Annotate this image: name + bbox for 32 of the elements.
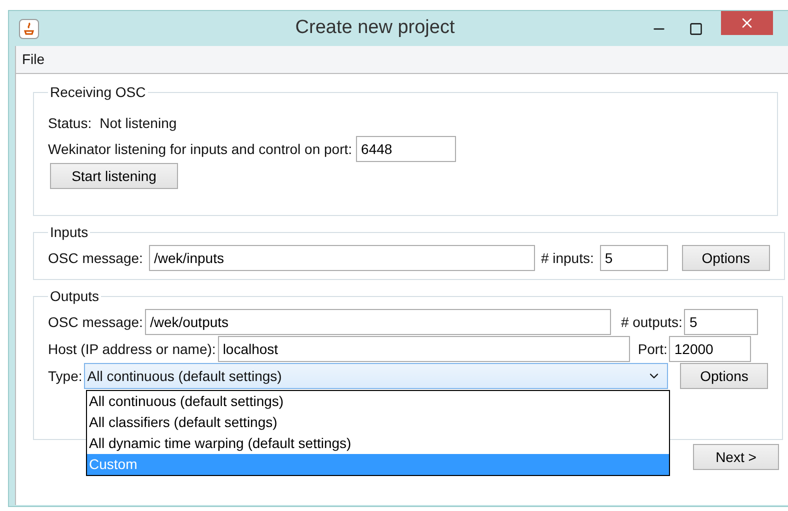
port-label: Port: — [638, 340, 668, 358]
group-title: Receiving OSC — [49, 83, 147, 102]
type-label: Type: — [48, 366, 82, 386]
window-title: Create new project — [294, 16, 456, 40]
port-field[interactable]: 6448 — [356, 136, 456, 162]
group-title: Outputs — [49, 287, 100, 306]
maximize-icon[interactable] — [689, 22, 703, 36]
dropdown-option[interactable]: All dynamic time warping (default settings) — [87, 433, 669, 454]
osc-message-label: OSC message: — [48, 312, 143, 332]
inputs-count-label: # inputs: — [540, 248, 594, 268]
host-field[interactable]: localhost — [218, 336, 630, 362]
dropdown-option[interactable]: All classifiers (default settings) — [87, 412, 669, 433]
start-listening-button[interactable]: Start listening — [50, 163, 178, 189]
options-button[interactable]: Options — [680, 363, 768, 389]
outputs-count-label: # outputs: — [620, 312, 682, 332]
dropdown-option[interactable]: All continuous (default settings) — [87, 391, 669, 412]
next-button[interactable]: Next > — [693, 444, 779, 470]
status-label: Status: — [48, 114, 92, 133]
menu-item[interactable]: File — [16, 49, 51, 70]
inputs-count-field[interactable]: 5 — [600, 245, 668, 271]
port-label: Wekinator listening for inputs and control on port: — [48, 140, 352, 159]
osc-message-field[interactable]: /wek/inputs — [148, 245, 535, 271]
options-button[interactable]: Options — [682, 245, 770, 271]
app-icon — [19, 18, 39, 38]
group-title: Inputs — [49, 223, 90, 242]
outputs-count-field[interactable]: 5 — [684, 309, 758, 335]
port-field[interactable]: 12000 — [669, 336, 752, 362]
status-value: Not listening — [100, 114, 177, 133]
osc-message-label: OSC message: — [48, 248, 143, 268]
type-dropdown[interactable]: All continuous (default settings) — [84, 363, 668, 389]
host-label: Host (IP address or name): — [48, 340, 216, 359]
osc-message-field[interactable]: /wek/outputs — [144, 309, 611, 335]
